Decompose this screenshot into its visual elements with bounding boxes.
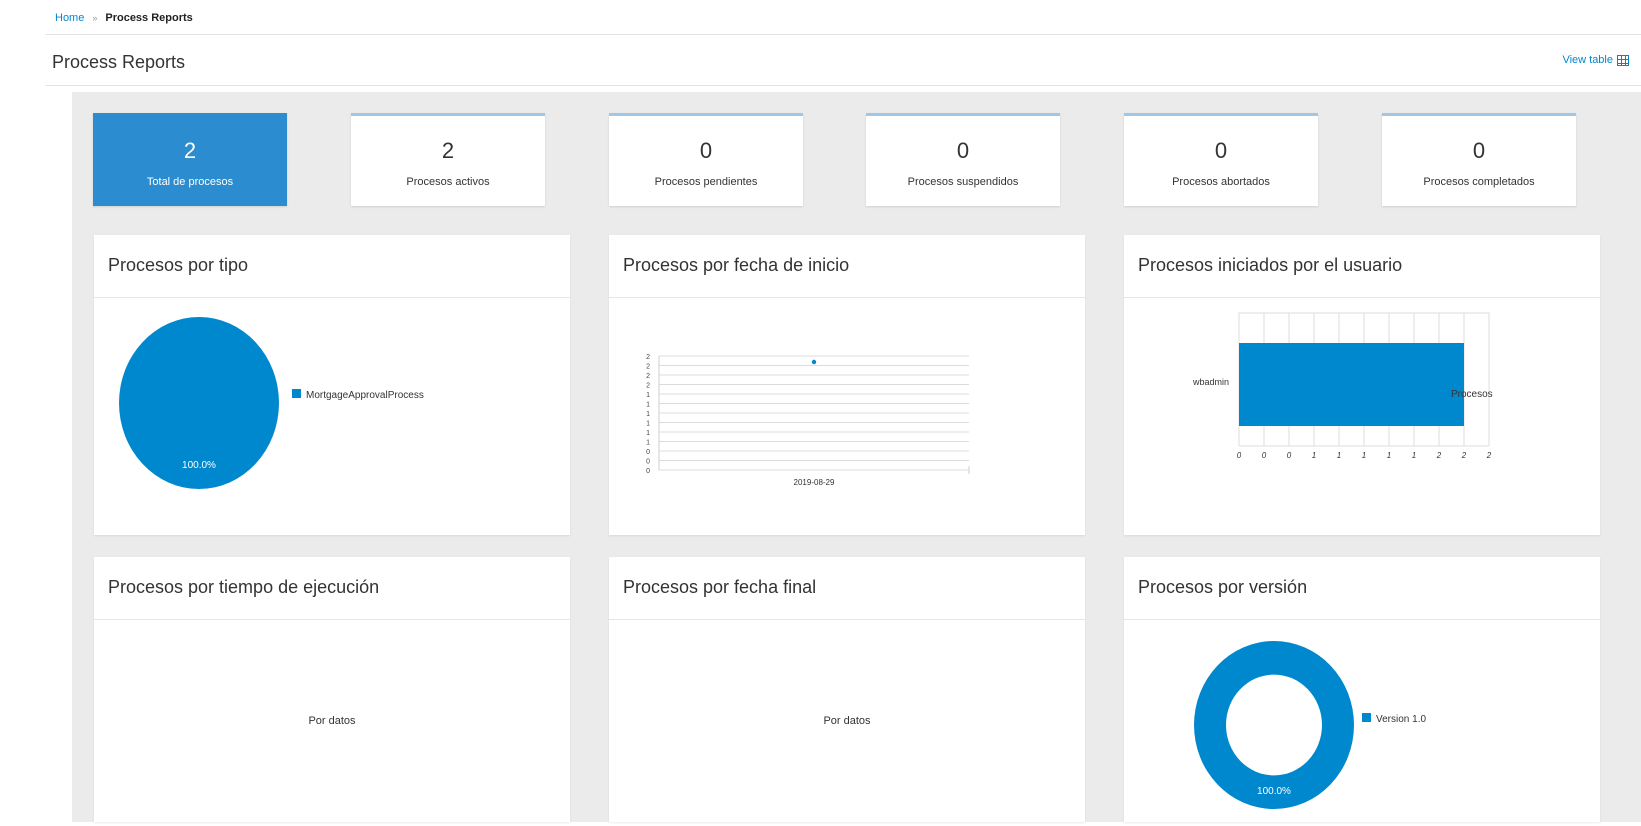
- divider: [45, 85, 1641, 86]
- bar: [1239, 343, 1464, 426]
- legend-label: Version 1.0: [1376, 714, 1426, 725]
- table-icon: [1617, 54, 1629, 66]
- slice-label: 100.0%: [182, 460, 216, 471]
- card-processes-by-start-date: Procesos por fecha de inicio 2 2 2 2 1 1 1 1 1 1 0…: [609, 235, 1085, 535]
- legend-swatch: [1362, 713, 1371, 722]
- stat-label: Procesos activos: [406, 176, 490, 188]
- stat-value: 0: [1472, 138, 1486, 163]
- y-tick-label: 1: [646, 421, 650, 428]
- stat-value: 0: [1214, 138, 1228, 163]
- y-tick-label: 1: [646, 430, 650, 437]
- card-title: Procesos por fecha final: [609, 557, 1085, 620]
- breadcrumb: Home » Process Reports: [55, 12, 193, 24]
- page-title: Process Reports: [52, 52, 186, 72]
- stat-suspended-processes[interactable]: 0 Procesos suspendidos: [866, 113, 1060, 206]
- y-tick-label: 0: [646, 468, 650, 475]
- view-table-link[interactable]: View table: [1562, 54, 1629, 66]
- breadcrumb-separator: »: [92, 13, 98, 23]
- stat-value: 0: [956, 138, 970, 163]
- stat-total-processes[interactable]: 2 Total de procesos: [93, 113, 287, 206]
- card-processes-by-version: Procesos por versión 100.0% Version 1.0: [1124, 557, 1600, 822]
- card-processes-by-end-date: Procesos por fecha final Por datos: [609, 557, 1085, 822]
- y-tick-label: 1: [646, 411, 650, 418]
- x-tick-label: 2: [1461, 451, 1467, 460]
- x-tick-label: 0: [1237, 451, 1242, 460]
- card-title: Procesos iniciados por el usuario: [1124, 235, 1600, 298]
- x-tick-label: 0: [1262, 451, 1267, 460]
- card-title: Procesos por tiempo de ejecución: [94, 557, 570, 620]
- breadcrumb-home-link[interactable]: Home: [55, 12, 84, 24]
- pie-chart[interactable]: 100.0% MortgageApprovalProcess: [94, 298, 570, 534]
- card-processes-by-duration: Procesos por tiempo de ejecución Por dat…: [94, 557, 570, 822]
- x-tick-label: 2: [1436, 451, 1442, 460]
- card-processes-by-type: Procesos por tipo 100.0% MortgageApproval…: [94, 235, 570, 535]
- stat-label: Procesos completados: [1423, 176, 1535, 188]
- bar-chart[interactable]: 0 0 0 1 1 1 1 1 2 2 2 wbadmin Procesos: [1124, 298, 1600, 534]
- y-tick-label: 1: [646, 392, 650, 399]
- x-tick-label: 1: [1312, 451, 1316, 460]
- stat-value: 2: [183, 138, 197, 163]
- no-data-message: Por datos: [308, 715, 356, 727]
- y-tick-label: 0: [646, 449, 650, 456]
- x-tick-label: 2: [1486, 451, 1492, 460]
- stat-label: Procesos suspendidos: [907, 176, 1019, 188]
- legend-swatch: [292, 389, 301, 398]
- stat-active-processes[interactable]: 2 Procesos activos: [351, 113, 545, 206]
- x-tick-label: 1: [1337, 451, 1341, 460]
- x-tick-label: 0: [1287, 451, 1292, 460]
- y-category-label: wbadmin: [1192, 377, 1229, 387]
- card-processes-by-user: Procesos iniciados por el usuario 0 0 0 1 1 1…: [1124, 235, 1600, 535]
- legend-label: MortgageApprovalProcess: [306, 390, 424, 401]
- view-table-label: View table: [1562, 54, 1613, 66]
- stat-label: Procesos abortados: [1172, 176, 1270, 188]
- y-tick-label: 1: [646, 440, 650, 447]
- data-point: [811, 359, 817, 365]
- donut-chart[interactable]: 100.0% Version 1.0: [1124, 620, 1600, 821]
- x-tick-label: 1: [1387, 451, 1391, 460]
- slice-label: 100.0%: [1257, 786, 1291, 797]
- legend-label: Procesos: [1451, 389, 1493, 400]
- x-tick-label: 1: [1412, 451, 1416, 460]
- card-title: Procesos por tipo: [94, 235, 570, 298]
- y-tick-label: 2: [646, 383, 650, 390]
- stat-label: Total de procesos: [146, 176, 234, 188]
- y-tick-label: 2: [646, 354, 650, 361]
- divider: [45, 34, 1641, 35]
- breadcrumb-current: Process Reports: [105, 12, 193, 24]
- x-tick-label: 1: [1362, 451, 1366, 460]
- stat-value: 0: [699, 138, 713, 163]
- stat-aborted-processes[interactable]: 0 Procesos abortados: [1124, 113, 1318, 206]
- scatter-chart[interactable]: 2 2 2 2 1 1 1 1 1 1 0 0 0 2019-08-29: [609, 298, 1085, 534]
- y-tick-label: 1: [646, 402, 650, 409]
- y-tick-label: 0: [646, 459, 650, 466]
- stat-completed-processes[interactable]: 0 Procesos completados: [1382, 113, 1576, 206]
- donut-slice: [1194, 641, 1354, 809]
- card-title: Procesos por fecha de inicio: [609, 235, 1085, 298]
- stat-value: 2: [441, 138, 455, 163]
- stat-pending-processes[interactable]: 0 Procesos pendientes: [609, 113, 803, 206]
- y-tick-label: 2: [646, 364, 650, 371]
- x-tick-label: 2019-08-29: [794, 478, 835, 487]
- stat-label: Procesos pendientes: [654, 176, 758, 188]
- y-tick-label: 2: [646, 373, 650, 380]
- card-title: Procesos por versión: [1124, 557, 1600, 620]
- no-data-message: Por datos: [823, 715, 871, 727]
